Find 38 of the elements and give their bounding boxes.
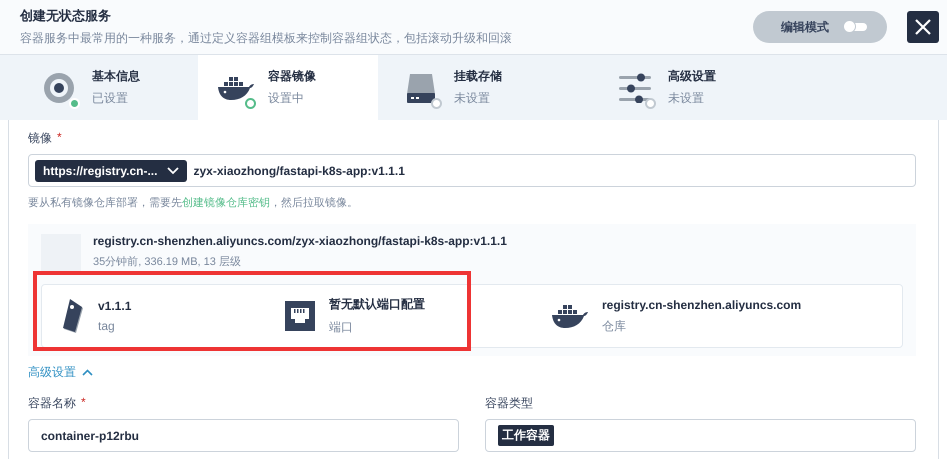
close-icon xyxy=(914,18,932,36)
image-label: 镜像 xyxy=(28,130,52,147)
container-type-chip: 工作容器 xyxy=(498,425,554,446)
registry-dropdown[interactable]: https://registry.cn-... xyxy=(35,160,188,182)
step-tab[interactable]: 挂载存储 未设置 xyxy=(378,55,576,120)
container-type-select[interactable]: 工作容器 xyxy=(485,419,916,452)
drive-icon xyxy=(406,72,436,104)
container-name-field[interactable]: container-p12rbu xyxy=(28,419,459,452)
detail-value: 暂无默认端口配置 xyxy=(329,296,425,313)
disc-icon xyxy=(43,72,75,104)
image-hint: 要从私有镜像仓库部署，需要先创建镜像仓库密钥，然后拉取镜像。 xyxy=(28,196,359,210)
whale-icon xyxy=(550,302,588,330)
tag-icon xyxy=(60,298,84,334)
detail-label: 端口 xyxy=(329,319,354,336)
container-type-label: 容器类型 xyxy=(485,395,533,412)
advanced-settings-toggle[interactable]: 高级设置 xyxy=(28,364,93,381)
image-name: registry.cn-shenzhen.aliyuncs.com/zyx-xiaozhong/fastapi-k8s-app:v1.1.1 xyxy=(93,234,507,248)
edit-mode-toggle[interactable]: 编辑模式 xyxy=(753,11,887,43)
chevron-up-icon xyxy=(82,369,93,376)
detail-value: v1.1.1 xyxy=(98,299,132,313)
close-button[interactable] xyxy=(907,11,939,43)
required-asterisk: * xyxy=(57,130,62,144)
chevron-down-icon xyxy=(167,166,180,174)
required-asterisk: * xyxy=(81,395,86,409)
image-meta: 35分钟前, 336.19 MB, 13 层级 xyxy=(93,255,242,269)
detail-value: registry.cn-shenzhen.aliyuncs.com xyxy=(602,298,802,312)
image-input-field[interactable]: https://registry.cn-... zyx-xiaozhong/fastapi-k8s-app:v1.1.1 xyxy=(28,154,916,187)
ethernet-port-icon xyxy=(285,301,315,331)
detail-label: tag xyxy=(98,319,116,333)
page-title: 创建无状态服务 xyxy=(20,7,112,25)
page-subtitle: 容器服务中最常用的一种服务，通过定义容器组模板来控制容器组状态，包括滚动升级和回滚 xyxy=(20,30,513,47)
step-tab[interactable]: 基本信息 已设置 xyxy=(0,55,198,120)
image-placeholder xyxy=(41,234,81,272)
step-tab[interactable]: 高级设置 未设置 xyxy=(576,55,774,120)
container-name-label: 容器名称 xyxy=(28,395,76,412)
detail-label: 仓库 xyxy=(602,318,627,334)
step-tab[interactable]: 容器镜像 设置中 xyxy=(198,55,378,120)
sliders-icon xyxy=(619,72,651,102)
